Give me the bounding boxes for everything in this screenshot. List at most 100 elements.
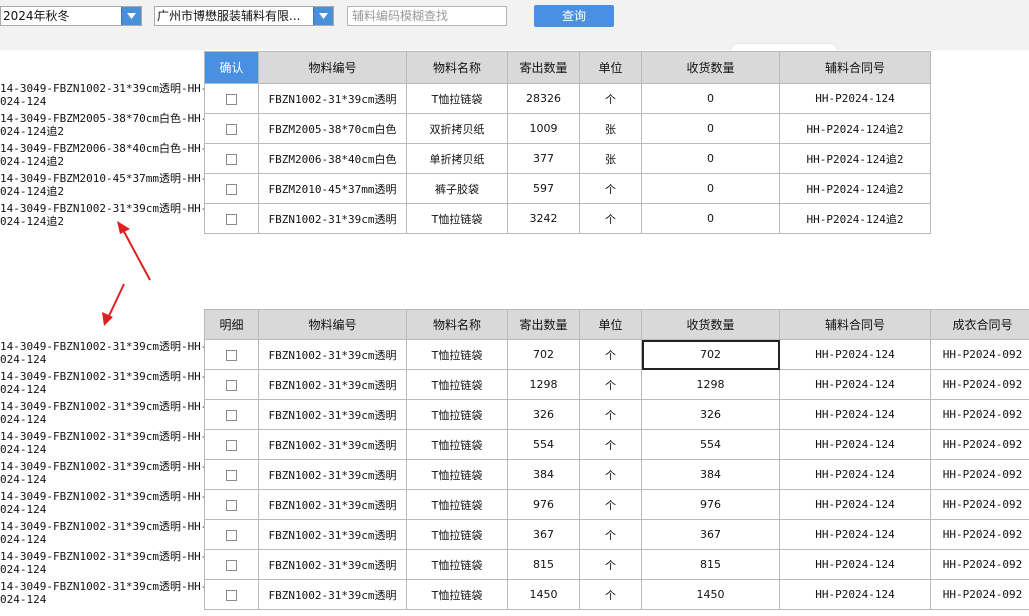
cell-qty-out: 815 [507,549,580,580]
cell-contract: HH-P2024-124 [779,339,931,370]
table-row[interactable]: FBZN1002-31*39cm透明 T恤拉链袋 1450 个 1450 HH-P2024… [204,579,1029,610]
cell-qty-out: 367 [507,519,580,550]
column-header: 成衣合同号 [930,309,1029,340]
row-checkbox[interactable] [226,213,237,225]
column-header: 辅料合同号 [779,51,931,84]
table-row[interactable]: FBZN1002-31*39cm透明 T恤拉链袋 326 个 326 HH-P2024-1… [204,399,1029,430]
cell-qty-received[interactable]: 0 [641,203,780,234]
cell-qty-received[interactable]: 976 [641,489,780,520]
supplier-dropdown[interactable]: 广州市博懋服装辅料有限... [154,6,334,26]
row-checkbox-cell [204,143,259,174]
cell-code: FBZN1002-31*39cm透明 [258,369,407,400]
cell-name: T恤拉链袋 [406,459,508,490]
cell-qty-received[interactable]: 815 [641,549,780,580]
row-checkbox[interactable] [226,123,237,135]
row-label: 14-3049-FBZN1002-31*39cm透明-HH- 024-124 [0,430,204,456]
query-button[interactable]: 查询 [534,5,614,27]
season-dropdown[interactable]: 2024年秋冬 [0,6,142,26]
cell-name: T恤拉链袋 [406,549,508,580]
cell-code: FBZN1002-31*39cm透明 [258,399,407,430]
cell-qty-received[interactable]: 0 [641,173,780,204]
cell-unit: 张 [579,143,642,174]
cell-qty-received[interactable]: 367 [641,519,780,550]
row-checkbox-cell [204,519,259,550]
column-header: 收货数量 [641,309,780,340]
cell-qty-out: 384 [507,459,580,490]
cell-contract: HH-P2024-124 [779,83,931,114]
confirm-column-header: 确认 [204,51,259,84]
cell-qty-received[interactable]: 1298 [641,369,780,400]
cell-contract: HH-P2024-124 [779,519,931,550]
cell-qty-received[interactable]: 0 [641,113,780,144]
row-checkbox[interactable] [226,559,237,571]
cell-qty-received[interactable]: 384 [641,459,780,490]
row-checkbox[interactable] [226,349,237,361]
table-row[interactable]: FBZM2005-38*70cm白色 双折拷贝纸 1009 张 0 HH-P2024-12… [204,113,931,144]
confirm-table: 确认 物料编号 物料名称 寄出数量 单位 收货数量 辅料合同号 FBZN1002-31*39… [204,51,931,234]
cell-contract: HH-P2024-124追2 [779,143,931,174]
table-row[interactable]: FBZN1002-31*39cm透明 T恤拉链袋 815 个 815 HH-P2024-1… [204,549,1029,580]
cell-unit: 个 [579,579,642,610]
cell-qty-received[interactable]: 0 [641,143,780,174]
row-checkbox[interactable] [226,439,237,451]
cell-garment-contract: HH-P2024-092 [930,369,1029,400]
cell-name: T恤拉链袋 [406,203,508,234]
row-checkbox[interactable] [226,183,237,195]
cell-qty-received[interactable]: 326 [641,399,780,430]
cell-qty-received[interactable]: 1450 [641,579,780,610]
row-checkbox[interactable] [226,589,237,601]
row-checkbox[interactable] [226,409,237,421]
table-row[interactable]: FBZM2010-45*37mm透明 裤子胶袋 597 个 0 HH-P2024-124追… [204,173,931,204]
row-checkbox[interactable] [226,499,237,511]
table-row[interactable]: FBZN1002-31*39cm透明 T恤拉链袋 1298 个 1298 HH-P2024… [204,369,1029,400]
cell-qty-out: 377 [507,143,580,174]
cell-unit: 个 [579,429,642,460]
row-checkbox-cell [204,579,259,610]
row-checkbox[interactable] [226,529,237,541]
cell-code: FBZM2005-38*70cm白色 [258,113,407,144]
row-checkbox[interactable] [226,379,237,391]
row-checkbox[interactable] [226,93,237,105]
bottom-left-labels: 14-3049-FBZN1002-31*39cm透明-HH- 024-124 14… [0,340,204,610]
row-checkbox-cell [204,83,259,114]
row-checkbox-cell [204,459,259,490]
column-header: 寄出数量 [507,309,580,340]
cell-contract: HH-P2024-124追2 [779,203,931,234]
column-header: 物料名称 [406,309,508,340]
row-checkbox[interactable] [226,469,237,481]
column-header: 寄出数量 [507,51,580,84]
table-row[interactable]: FBZN1002-31*39cm透明 T恤拉链袋 976 个 976 HH-P2024-1… [204,489,1029,520]
cell-unit: 个 [579,489,642,520]
cell-qty-received[interactable]: 0 [641,83,780,114]
row-label: 14-3049-FBZN1002-31*39cm透明-HH- 024-124 [0,550,204,576]
cell-qty-out: 1450 [507,579,580,610]
table-row[interactable]: FBZN1002-31*39cm透明 T恤拉链袋 28326 个 0 HH-P2024-1… [204,83,931,114]
supplier-value: 广州市博懋服装辅料有限... [157,9,301,23]
cell-contract: HH-P2024-124 [779,399,931,430]
material-code-search-input[interactable] [347,6,507,26]
cell-contract: HH-P2024-124 [779,579,931,610]
detail-column-header: 明细 [204,309,259,340]
table-row[interactable]: FBZN1002-31*39cm透明 T恤拉链袋 367 个 367 HH-P2024-1… [204,519,1029,550]
row-checkbox-cell [204,489,259,520]
cell-contract: HH-P2024-124 [779,429,931,460]
cell-code: FBZN1002-31*39cm透明 [258,579,407,610]
cell-code: FBZN1002-31*39cm透明 [258,549,407,580]
table-row[interactable]: FBZM2006-38*40cm白色 单折拷贝纸 377 张 0 HH-P2024-124… [204,143,931,174]
chevron-down-icon[interactable] [313,7,333,25]
table-row[interactable]: FBZN1002-31*39cm透明 T恤拉链袋 702 个 702 HH-P2024-1… [204,339,1029,370]
table-row[interactable]: FBZN1002-31*39cm透明 T恤拉链袋 384 个 384 HH-P2024-1… [204,459,1029,490]
row-checkbox[interactable] [226,153,237,165]
chevron-down-icon[interactable] [121,7,141,25]
cell-garment-contract: HH-P2024-092 [930,399,1029,430]
cell-garment-contract: HH-P2024-092 [930,429,1029,460]
cell-qty-received[interactable]: 702 [641,339,780,370]
row-label: 14-3049-FBZN1002-31*39cm透明-HH- 024-124 [0,580,204,606]
row-checkbox-cell [204,339,259,370]
table-row[interactable]: FBZN1002-31*39cm透明 T恤拉链袋 3242 个 0 HH-P2024-12… [204,203,931,234]
cell-garment-contract: HH-P2024-092 [930,519,1029,550]
top-left-labels: 14-3049-FBZN1002-31*39cm透明-HH- 024-124 14… [0,82,204,232]
table-row[interactable]: FBZN1002-31*39cm透明 T恤拉链袋 554 个 554 HH-P2024-1… [204,429,1029,460]
row-checkbox-cell [204,549,259,580]
cell-qty-received[interactable]: 554 [641,429,780,460]
